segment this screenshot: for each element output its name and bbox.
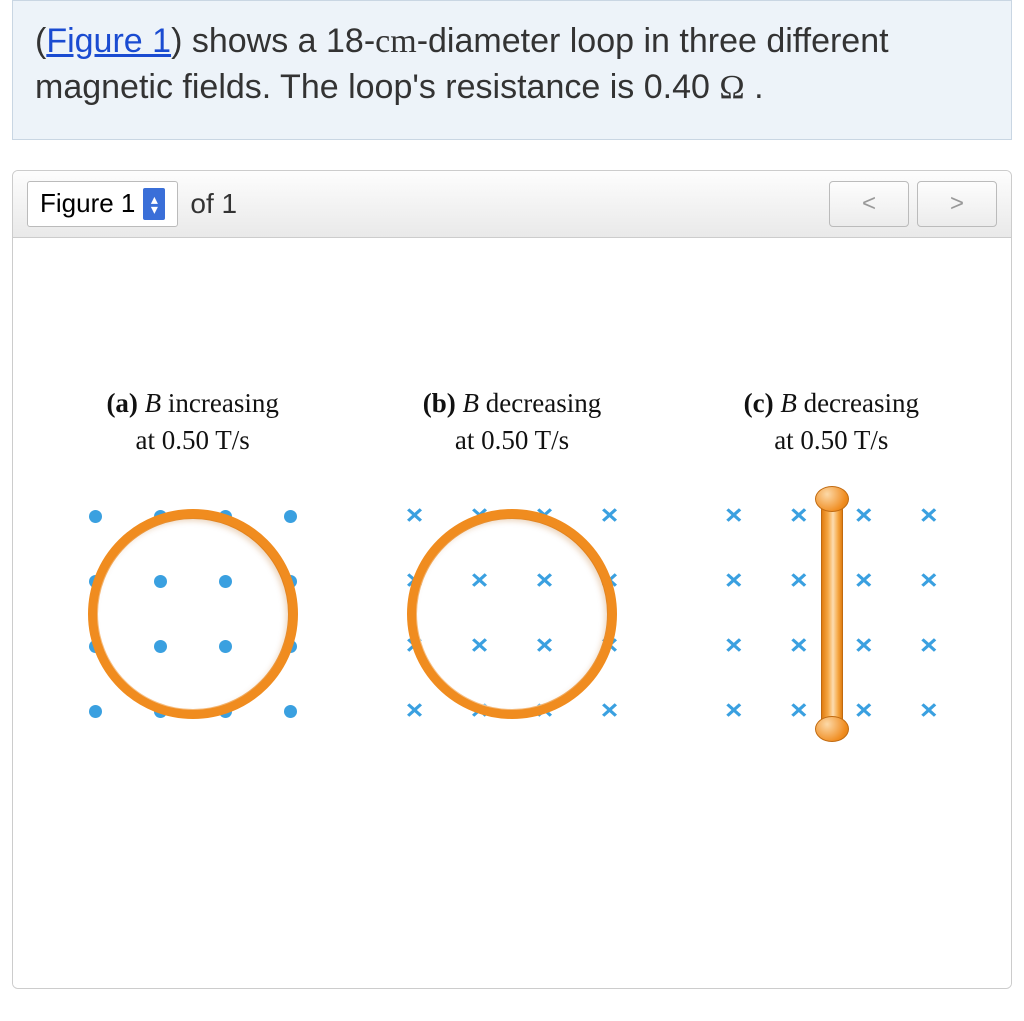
diagram-a	[53, 474, 333, 754]
stepper-icon: ▴▾	[143, 188, 165, 220]
next-button[interactable]: >	[917, 181, 997, 227]
figure-select-label: Figure 1	[40, 188, 135, 219]
chevron-right-icon: >	[950, 190, 964, 218]
unit-cm: cm	[375, 23, 417, 60]
panel-b-desc: decreasing	[479, 388, 601, 418]
figure-subpanels: (a) B increasing at 0.50 T/s (b)	[43, 388, 981, 754]
loop-face-on	[407, 509, 617, 719]
panel-a-sub: at 0.50 T/s	[43, 425, 342, 456]
panel-b-title: (b) B decreasing	[362, 388, 661, 419]
period: .	[745, 68, 764, 106]
paren-open: (	[35, 22, 46, 60]
prev-button[interactable]: <	[829, 181, 909, 227]
figure-link[interactable]: Figure 1	[46, 22, 171, 60]
text1: ) shows a 18-	[171, 22, 375, 60]
loop-face-on	[88, 509, 298, 719]
panel-b: (b) B decreasing at 0.50 T/s ×××× ×××× ×…	[362, 388, 661, 754]
figure-select[interactable]: Figure 1 ▴▾	[27, 181, 178, 227]
diagram-c: ×××× ×××× ×××× ××××	[691, 474, 971, 754]
panel-b-label: (b)	[423, 388, 456, 418]
panel-b-sub: at 0.50 T/s	[362, 425, 661, 456]
panel-c-B: B	[780, 388, 797, 418]
chevron-left-icon: <	[862, 190, 876, 218]
panel-c-title: (c) B decreasing	[682, 388, 981, 419]
panel-a-title: (a) B increasing	[43, 388, 342, 419]
figure-toolbar: Figure 1 ▴▾ of 1 < >	[13, 171, 1011, 238]
panel-c: (c) B decreasing at 0.50 T/s ×××× ×××× ×…	[682, 388, 981, 754]
loop-edge-on	[815, 488, 847, 740]
panel-c-label: (c)	[744, 388, 774, 418]
panel-a-desc: increasing	[161, 388, 279, 418]
panel-a-B: B	[145, 388, 162, 418]
panel-c-sub: at 0.50 T/s	[682, 425, 981, 456]
figure-count: of 1	[190, 188, 237, 220]
figure-body: (a) B increasing at 0.50 T/s (b)	[13, 238, 1011, 988]
panel-c-desc: decreasing	[797, 388, 919, 418]
diagram-b: ×××× ×××× ×××× ××××	[372, 474, 652, 754]
panel-a-label: (a)	[106, 388, 137, 418]
problem-statement: (Figure 1) shows a 18-cm-diameter loop i…	[12, 0, 1012, 140]
unit-omega: Ω	[719, 69, 744, 106]
panel-b-B: B	[463, 388, 480, 418]
panel-a: (a) B increasing at 0.50 T/s	[43, 388, 342, 754]
figure-panel: Figure 1 ▴▾ of 1 < > (a) B increasing at…	[12, 170, 1012, 989]
